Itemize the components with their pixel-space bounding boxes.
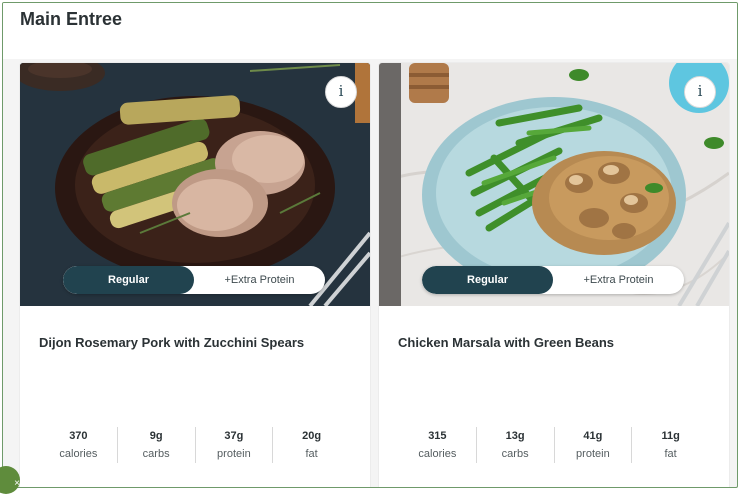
info-icon[interactable]: i	[325, 76, 357, 108]
option-extra-protein[interactable]: +Extra Protein	[194, 266, 325, 294]
portion-toggle[interactable]: Regular +Extra Protein	[422, 266, 684, 294]
section-header: Main Entree	[3, 3, 737, 59]
portion-toggle[interactable]: Regular +Extra Protein	[63, 266, 325, 294]
nutrition-fat: 11g fat	[631, 427, 709, 463]
nutrition-value: 9g	[149, 430, 163, 442]
meal-card[interactable]: i Regular +Extra Protein Chicken Marsala…	[379, 63, 729, 487]
meal-name[interactable]: Dijon Rosemary Pork with Zucchini Spears	[39, 335, 304, 350]
meal-selection-panel: Main Entree i Regular +Extra Protein Dij…	[2, 2, 738, 488]
nutrition-label: protein	[217, 448, 251, 460]
nutrition-calories: 370 calories	[40, 427, 117, 463]
nutrition-calories: 315 calories	[399, 427, 476, 463]
nutrition-label: fat	[664, 448, 677, 460]
nutrition-carbs: 13g carbs	[475, 427, 554, 463]
meal-card[interactable]: i Regular +Extra Protein Dijon Rosemary …	[20, 63, 370, 487]
nutrition-row: 315 calories 13g carbs 41g protein 11g f…	[399, 427, 709, 463]
option-regular[interactable]: Regular	[422, 266, 553, 294]
nutrition-protein: 37g protein	[194, 427, 273, 463]
nutrition-label: protein	[576, 448, 610, 460]
nutrition-label: carbs	[142, 448, 170, 460]
nutrition-label: fat	[305, 448, 318, 460]
nutrition-row: 370 calories 9g carbs 37g protein 20g fa…	[40, 427, 350, 463]
section-title: Main Entree	[20, 9, 123, 29]
option-extra-protein[interactable]: +Extra Protein	[553, 266, 684, 294]
nutrition-fat: 20g fat	[272, 427, 350, 463]
nutrition-value: 370	[69, 430, 88, 442]
close-icon[interactable]: ×	[0, 466, 20, 494]
option-regular[interactable]: Regular	[63, 266, 194, 294]
nutrition-label: carbs	[501, 448, 529, 460]
nutrition-label: calories	[59, 448, 98, 460]
nutrition-value: 20g	[302, 430, 322, 442]
info-icon[interactable]: i	[684, 76, 716, 108]
nutrition-value: 11g	[661, 430, 680, 442]
nutrition-value: 37g	[224, 430, 244, 442]
nutrition-value: 315	[428, 430, 447, 442]
nutrition-label: calories	[418, 448, 457, 460]
meal-name[interactable]: Chicken Marsala with Green Beans	[398, 335, 614, 350]
nutrition-value: 41g	[583, 430, 603, 442]
nutrition-carbs: 9g carbs	[116, 427, 195, 463]
nutrition-protein: 41g protein	[553, 427, 632, 463]
nutrition-value: 13g	[505, 430, 525, 442]
